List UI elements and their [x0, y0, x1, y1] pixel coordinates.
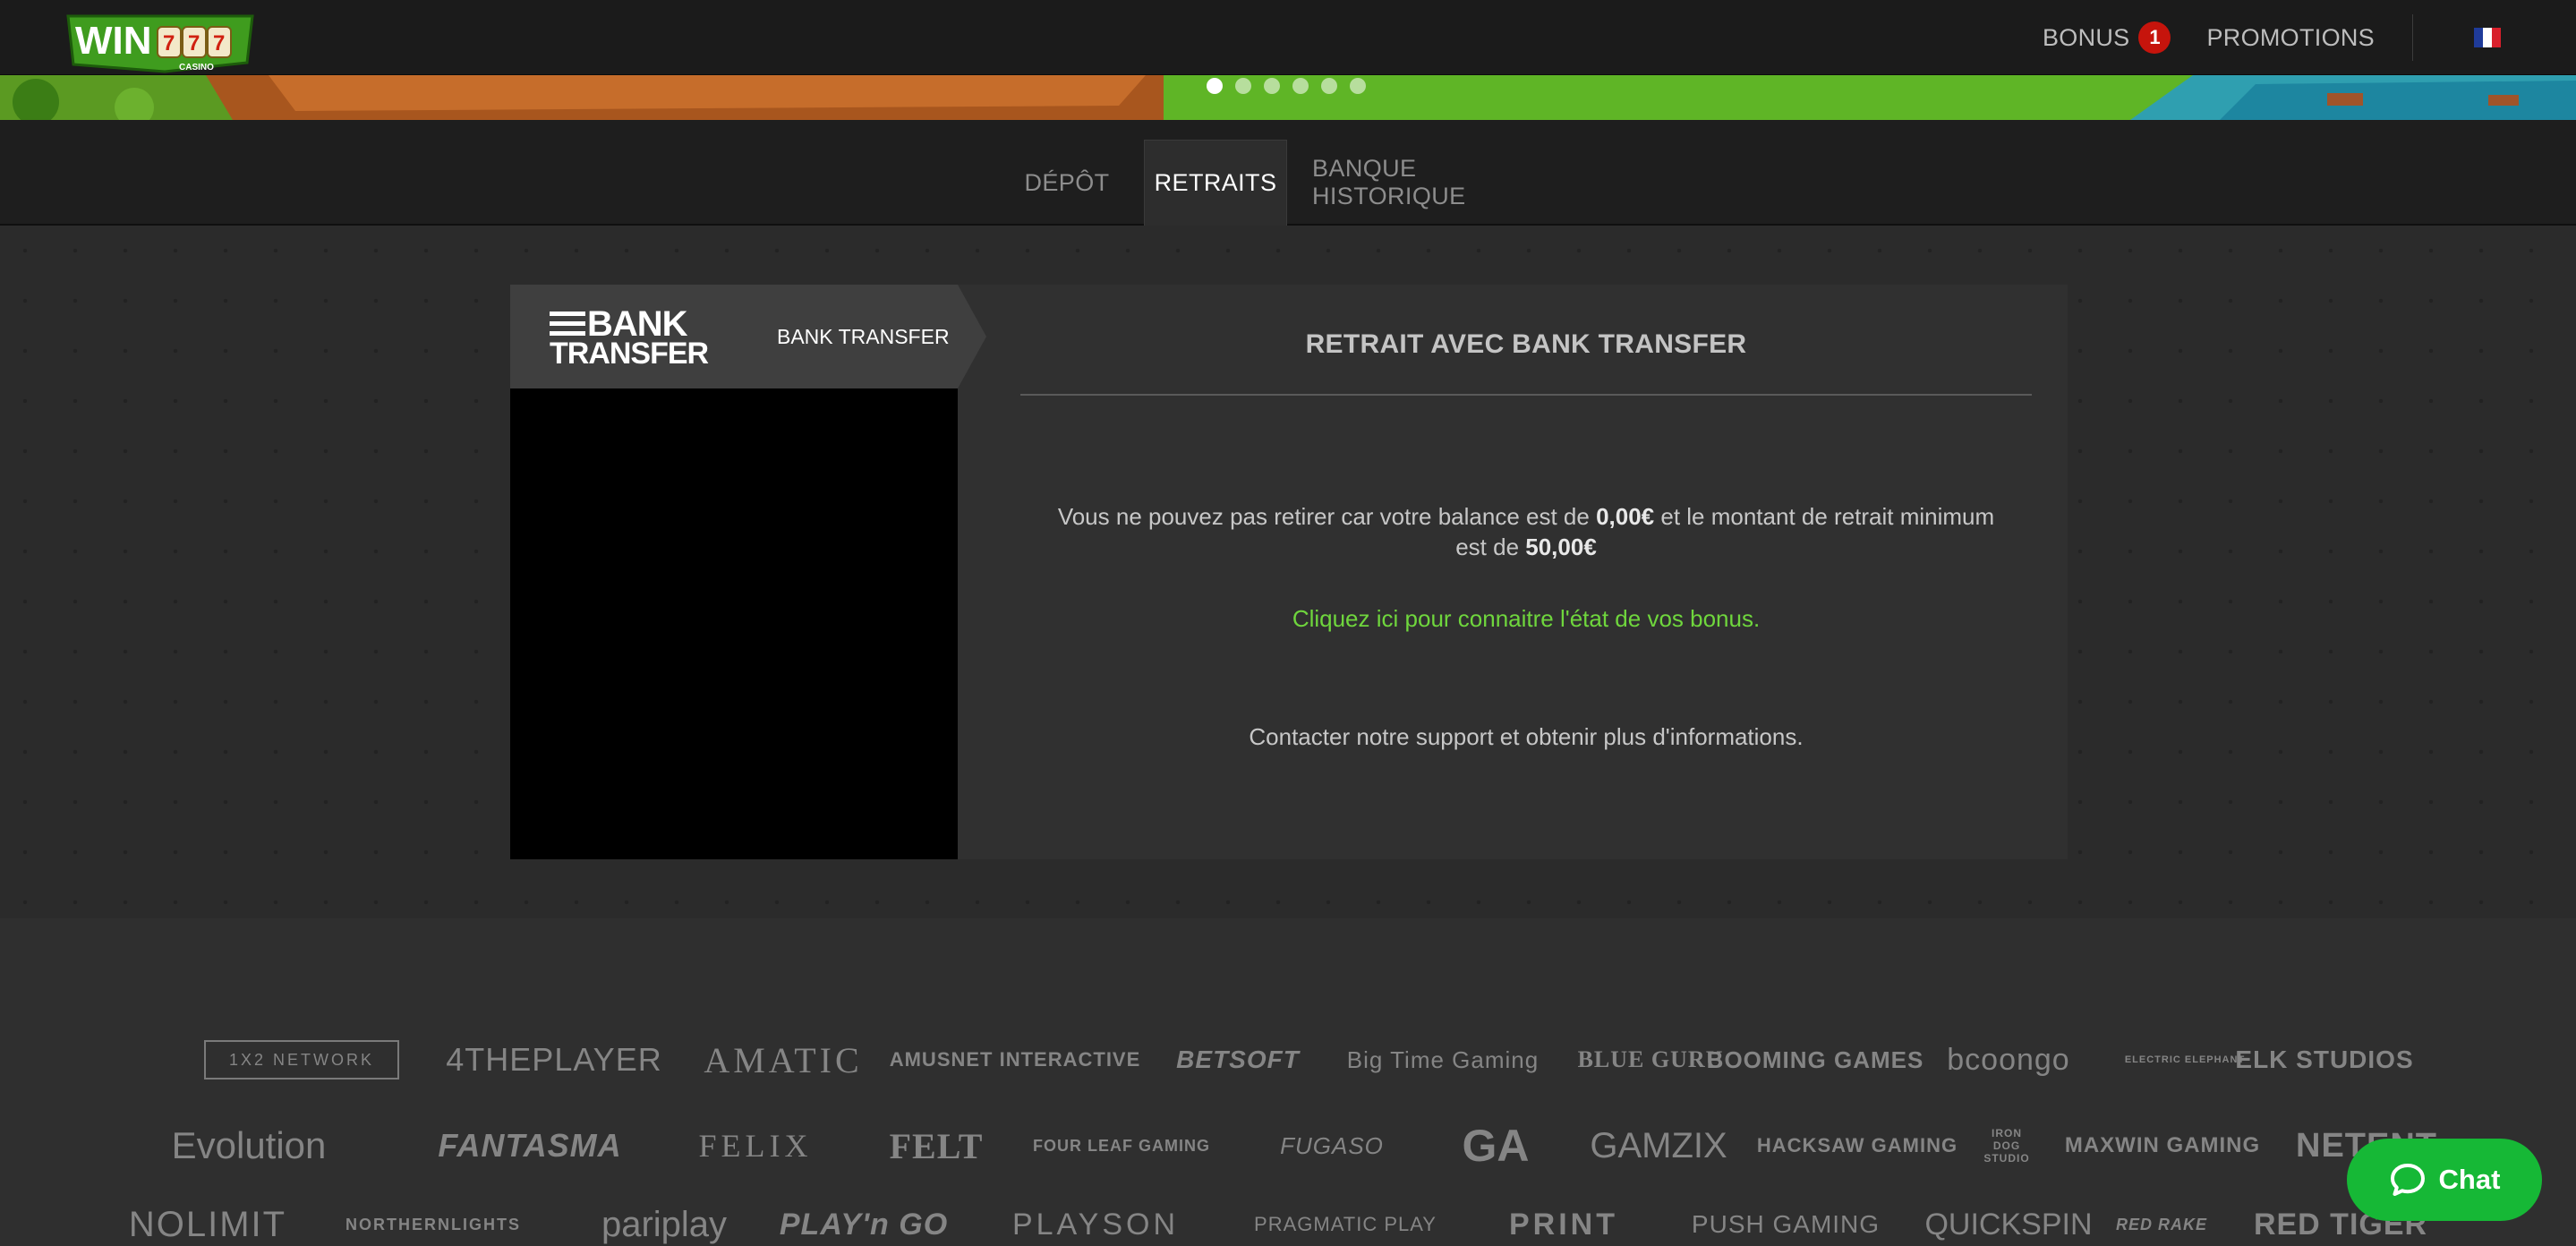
provider-logo[interactable]: bcoongo — [1919, 1024, 2098, 1096]
balance-value: 0,00€ — [1596, 503, 1655, 530]
tab-banque-historique[interactable]: BANQUE HISTORIQUE — [1312, 140, 1559, 226]
banner-dot[interactable] — [1292, 78, 1309, 94]
providers-row-1: 1X2 NETWORK 4THEPLAYER AMATIC AMUSNET IN… — [0, 1024, 2576, 1096]
banner-dot[interactable] — [1235, 78, 1251, 94]
withdrawal-detail: RETRAIT AVEC BANK TRANSFER Vous ne pouve… — [1020, 285, 2032, 859]
menu-lines-icon — [550, 312, 585, 337]
banner-dot[interactable] — [1350, 78, 1366, 94]
provider-logo[interactable]: HACKSAW GAMING — [1757, 1110, 1957, 1182]
chat-label: Chat — [2438, 1164, 2501, 1195]
bonus-count-badge[interactable]: 1 — [2138, 21, 2171, 54]
providers-row-3: NOLIMIT NORTHERNLIGHTS pariplay PLAY'n G… — [0, 1189, 2576, 1246]
chat-bubble-icon — [2390, 1164, 2425, 1196]
support-text[interactable]: Contacter notre support et obtenir plus … — [1020, 723, 2032, 751]
provider-logo[interactable]: 4THEPLAYER — [442, 1024, 666, 1096]
method-bank-transfer[interactable]: BANK TRANSFER BANK TRANSFER — [510, 285, 958, 388]
method-label: BANK TRANSFER — [777, 324, 950, 348]
providers-row-2: Evolution FANTASMA FELIX FELT FOUR LEAF … — [0, 1110, 2576, 1182]
provider-logo[interactable]: BLUE GURU — [1578, 1024, 1723, 1096]
provider-logo[interactable]: IRON DOG STUDIO — [1980, 1110, 2034, 1182]
provider-logo[interactable]: PRINT — [1497, 1189, 1631, 1246]
provider-logo[interactable]: pariplay — [585, 1189, 743, 1246]
svg-text:WIN: WIN — [75, 19, 152, 63]
banner-dot[interactable] — [1264, 78, 1280, 94]
logo-line-2: TRANSFER — [550, 337, 709, 371]
balance-message: Vous ne pouvez pas retirer car votre bal… — [1056, 501, 1996, 562]
provider-logo[interactable]: AMUSNET INTERACTIVE — [890, 1024, 1140, 1096]
provider-logo[interactable]: NOLIMIT — [122, 1189, 294, 1246]
site-logo[interactable]: WIN 7 7 7 CASINO — [64, 13, 256, 75]
cashier-tabs: DÉPÔT RETRAITS BANQUE HISTORIQUE — [0, 120, 2576, 226]
provider-logo[interactable]: FELIX — [670, 1110, 841, 1182]
tab-depot[interactable]: DÉPÔT — [1011, 140, 1122, 226]
provider-logo[interactable]: FANTASMA — [426, 1110, 634, 1182]
provider-logo[interactable]: PLAYSON — [986, 1189, 1205, 1246]
bonus-status-link[interactable]: Cliquez ici pour connaitre l'état de vos… — [1020, 605, 2032, 633]
tab-retraits[interactable]: RETRAITS — [1144, 140, 1287, 226]
provider-logo[interactable]: ELECTRIC ELEPHANT — [2125, 1024, 2244, 1096]
title-divider — [1020, 394, 2032, 396]
nav-right: BONUS 1 PROMOTIONS — [2043, 0, 2501, 75]
provider-logo[interactable]: PLAY'n GO — [779, 1189, 949, 1246]
withdrawal-title: RETRAIT AVEC BANK TRANSFER — [1305, 329, 1747, 359]
payment-methods-list: BANK TRANSFER BANK TRANSFER — [510, 285, 986, 859]
banner-dot[interactable] — [1207, 78, 1223, 94]
chat-button[interactable]: Chat — [2347, 1139, 2542, 1221]
provider-logo[interactable]: GA — [1443, 1110, 1548, 1182]
provider-logo[interactable]: NORTHERNLIGHTS — [324, 1189, 542, 1246]
provider-logo[interactable]: ELK STUDIOS — [2235, 1024, 2412, 1096]
provider-logo[interactable]: FUGASO — [1264, 1110, 1400, 1182]
provider-logo[interactable]: Big Time Gaming — [1332, 1024, 1554, 1096]
provider-logo[interactable]: FELT — [886, 1110, 986, 1182]
provider-logo[interactable]: GAMZIX — [1581, 1110, 1736, 1182]
provider-logo[interactable]: PUSH GAMING — [1681, 1189, 1890, 1246]
provider-logo[interactable]: FOUR LEAF GAMING — [1024, 1110, 1219, 1182]
banner-pagination — [1207, 78, 1366, 94]
active-method-arrow — [958, 285, 986, 388]
svg-text:CASINO: CASINO — [179, 63, 214, 73]
svg-text:7: 7 — [163, 31, 175, 55]
svg-text:7: 7 — [213, 31, 225, 55]
bank-transfer-logo: BANK TRANSFER — [548, 304, 709, 369]
nav-divider — [2412, 14, 2413, 61]
provider-logo[interactable]: 1X2 NETWORK — [204, 1040, 399, 1080]
providers-footer: 1X2 NETWORK 4THEPLAYER AMATIC AMUSNET IN… — [0, 918, 2576, 1246]
withdrawal-panel: BANK TRANSFER BANK TRANSFER RETRAIT AVEC… — [510, 285, 2068, 859]
provider-logo[interactable]: RED RAKE — [2116, 1189, 2206, 1246]
promotions-link[interactable]: PROMOTIONS — [2206, 24, 2375, 52]
banner-dot[interactable] — [1321, 78, 1337, 94]
provider-logo[interactable]: BOOMING GAMES — [1707, 1024, 1923, 1096]
provider-logo[interactable]: BETSOFT — [1176, 1024, 1299, 1096]
minimum-value: 50,00€ — [1525, 533, 1597, 560]
msg-text-1: Vous ne pouvez pas retirer car votre bal… — [1057, 503, 1597, 530]
bonus-link[interactable]: BONUS — [2043, 24, 2130, 52]
top-navbar: WIN 7 7 7 CASINO BONUS 1 PROMOTIONS — [0, 0, 2576, 75]
provider-logo[interactable]: AMATIC — [698, 1024, 868, 1096]
provider-logo[interactable]: PRAGMATIC PLAY — [1242, 1189, 1448, 1246]
provider-logo[interactable]: Evolution — [141, 1110, 356, 1182]
logo-line-1: BANK — [587, 304, 688, 344]
provider-logo[interactable]: QUICKSPIN — [1924, 1189, 2092, 1246]
provider-logo[interactable]: MAXWIN GAMING — [2065, 1110, 2259, 1182]
flag-fr-icon[interactable] — [2474, 28, 2501, 47]
svg-text:7: 7 — [188, 31, 200, 55]
